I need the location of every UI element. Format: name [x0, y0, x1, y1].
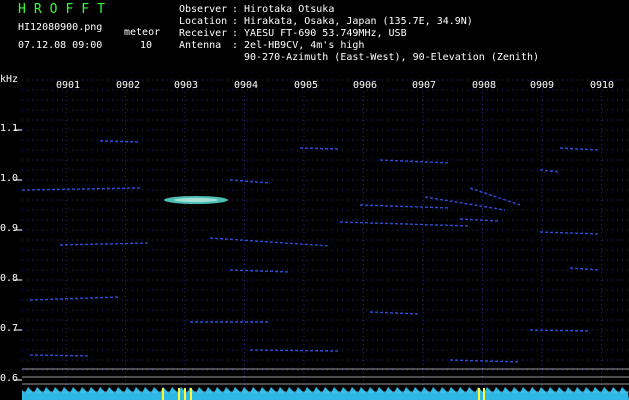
x-tick-0904: 0904	[234, 80, 259, 91]
hrofft-window: HROFFT HI12080900.png 07.12.08 09:00 met…	[0, 0, 629, 400]
event-marker	[178, 388, 180, 400]
signal-trace	[459, 218, 501, 222]
observer-value: : Hirotaka Otsuka	[232, 4, 335, 15]
signal-trace	[209, 237, 331, 247]
location-label: Location	[179, 16, 228, 27]
y-tick-0.7: 0.7	[0, 323, 19, 334]
x-tick-0902: 0902	[116, 80, 141, 91]
datetime-label: 07.12.08 09:00	[18, 40, 103, 51]
signal-trace	[229, 179, 271, 184]
receiver-value: : YAESU FT-690 53.749MHz, USB	[232, 28, 407, 39]
meteor-count-label: meteor	[124, 27, 161, 38]
event-marker	[478, 388, 480, 400]
x-tick-0910: 0910	[590, 80, 615, 91]
signal-level-trace	[22, 387, 629, 400]
meteor-echo-core	[174, 198, 218, 202]
event-marker	[184, 388, 186, 400]
meteor-count-value: 10	[140, 40, 153, 51]
event-marker	[483, 388, 485, 400]
signal-trace	[29, 296, 121, 301]
app-logo: HROFFT	[18, 2, 113, 17]
antenna-label: Antenna	[179, 40, 222, 51]
y-tick-1.1: 1.1	[0, 123, 19, 134]
signal-trace	[29, 354, 91, 357]
signal-trace	[529, 329, 591, 332]
signal-trace	[539, 231, 601, 235]
signal-trace	[339, 221, 471, 227]
observer-label: Observer	[179, 4, 228, 15]
x-tick-0909: 0909	[530, 80, 555, 91]
x-tick-0906: 0906	[353, 80, 378, 91]
event-marker	[162, 388, 164, 400]
signal-trace	[99, 140, 141, 143]
signal-trace	[569, 267, 601, 271]
event-marker	[190, 388, 192, 400]
signal-trace	[359, 204, 451, 209]
receiver-label: Receiver	[179, 28, 228, 39]
x-tick-0907: 0907	[412, 80, 437, 91]
signal-trace	[249, 349, 341, 352]
signal-trace	[229, 269, 291, 273]
filename-label: HI12080900.png	[18, 22, 103, 33]
y-axis-unit: kHz	[0, 74, 19, 85]
signal-trace	[369, 311, 421, 315]
x-tick-0903: 0903	[174, 80, 199, 91]
x-tick-0908: 0908	[472, 80, 497, 91]
y-tick-0.8: 0.8	[0, 273, 19, 284]
signal-trace	[379, 159, 451, 164]
signal-trace	[449, 359, 521, 363]
signal-trace	[299, 147, 341, 150]
x-tick-0901: 0901	[56, 80, 81, 91]
y-tick-1.0: 1.0	[0, 173, 19, 184]
y-tick-0.9: 0.9	[0, 223, 19, 234]
signal-trace	[59, 242, 151, 246]
signal-trace	[469, 187, 521, 206]
signal-trace	[559, 147, 601, 151]
location-value: : Hirakata, Osaka, Japan (135.7E, 34.9N)	[232, 16, 473, 27]
x-tick-0905: 0905	[294, 80, 319, 91]
antenna-value: : 2el-HB9CV, 4m's high	[232, 40, 365, 51]
y-tick-0.6: 0.6	[0, 373, 19, 384]
antenna-value-2: 90-270-Azimuth (East-West), 90-Elevation…	[244, 52, 540, 63]
